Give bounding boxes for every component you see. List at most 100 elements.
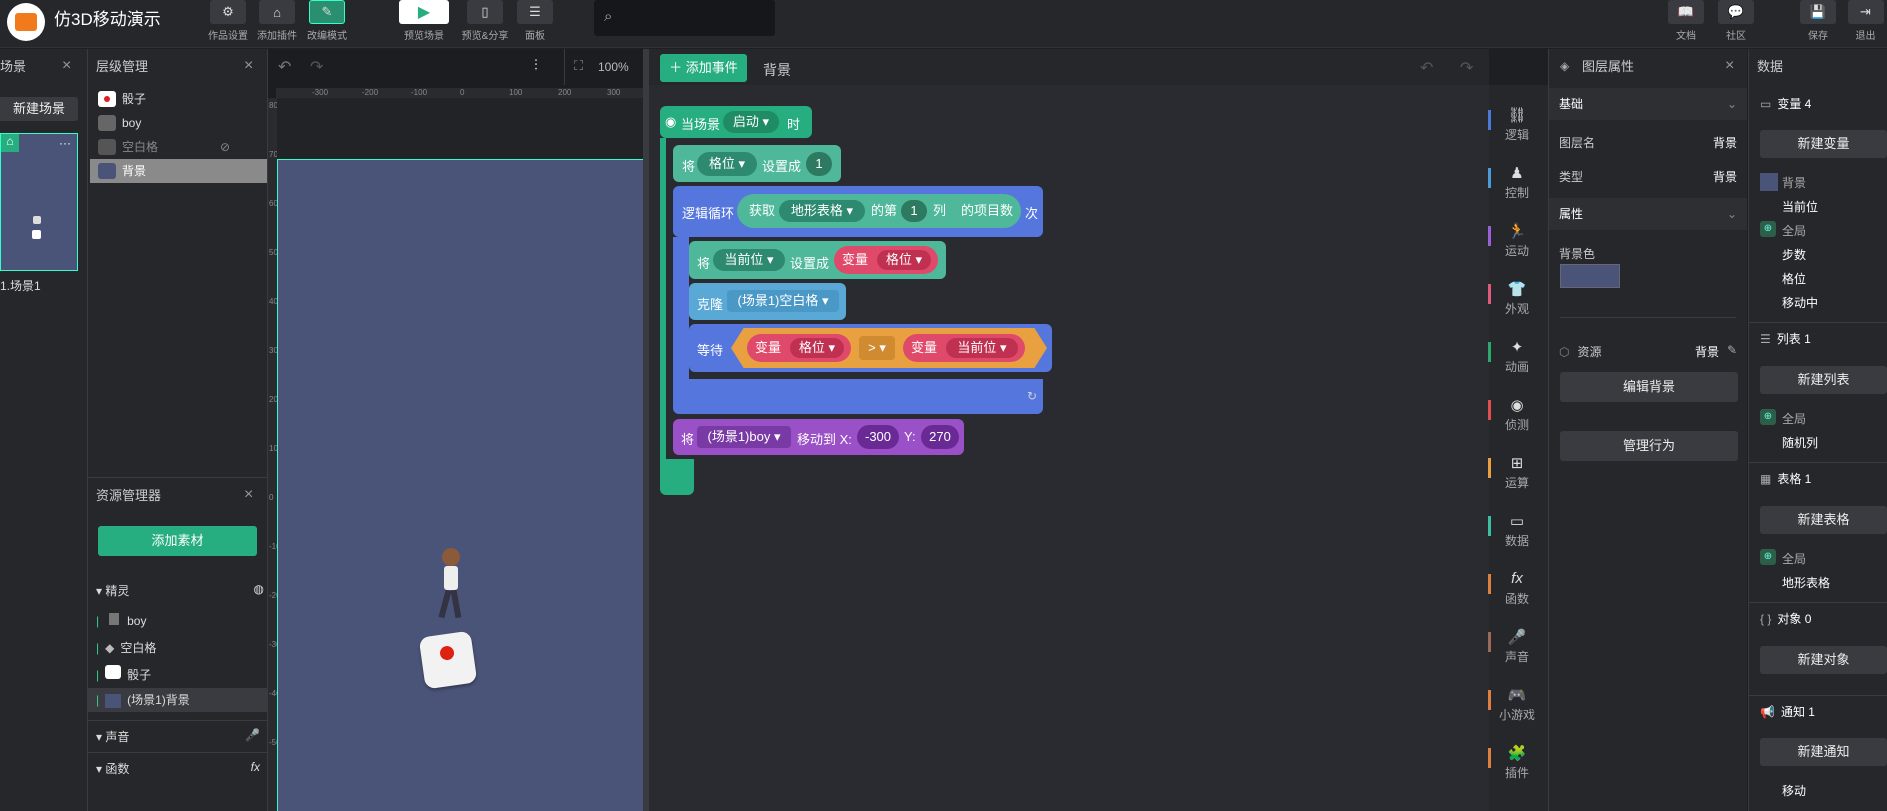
- var-steps[interactable]: 步数: [1782, 246, 1806, 263]
- add-plugin-button[interactable]: ⌂ 添加插件: [253, 0, 301, 42]
- sound-group[interactable]: ▾ 声音 🎤: [96, 728, 260, 745]
- adjust-icon[interactable]: ⫶: [534, 57, 538, 74]
- new-list-button[interactable]: 新建列表: [1760, 366, 1887, 394]
- current-dropdown[interactable]: 当前位 ▾: [946, 338, 1018, 358]
- get-table-expression[interactable]: 获取 地形表格 ▾ 的第 1 列 的项目数: [737, 194, 1021, 228]
- new-object-button[interactable]: 新建对象: [1760, 646, 1887, 674]
- layer-item-background[interactable]: 背景: [90, 159, 267, 183]
- table-terrain[interactable]: 地形表格: [1782, 574, 1830, 591]
- layer-item-dice[interactable]: 骰子: [90, 87, 267, 111]
- manage-behavior-button[interactable]: 管理行为: [1560, 431, 1738, 461]
- remix-mode-button[interactable]: ✎ 改编模式: [303, 0, 351, 42]
- new-notify-button[interactable]: 新建通知: [1760, 738, 1887, 766]
- category-sensing[interactable]: ◉ 侦测: [1488, 396, 1545, 433]
- asset-item-background[interactable]: | (场景1)背景: [88, 688, 267, 712]
- var-current[interactable]: 当前位: [1782, 198, 1818, 215]
- y-input[interactable]: 270: [921, 425, 959, 449]
- x-input[interactable]: -300: [857, 425, 899, 449]
- search-input[interactable]: ⌕: [594, 0, 775, 36]
- set-current-block[interactable]: 将 当前位 ▾ 设置成 变量 格位 ▾: [689, 241, 946, 279]
- loop-block[interactable]: 逻辑循环 获取 地形表格 ▾ 的第 1 列 的项目数 次: [673, 186, 1043, 237]
- gewei-dropdown[interactable]: 格位 ▾: [790, 338, 844, 358]
- clone-target-dropdown[interactable]: (场景1)空白格 ▾: [727, 290, 839, 312]
- fit-icon[interactable]: ⛶: [574, 58, 583, 74]
- undo-icon[interactable]: ↶: [278, 57, 291, 77]
- move-to-block[interactable]: 将 (场景1)boy ▾ 移动到 X: -300 Y: 270: [673, 419, 964, 455]
- boy-sprite[interactable]: [436, 548, 466, 623]
- add-asset-button[interactable]: 添加素材: [98, 526, 257, 556]
- variable-reporter[interactable]: 变量 格位 ▾: [747, 334, 851, 362]
- close-icon[interactable]: ×: [244, 57, 253, 75]
- tables-section[interactable]: ▦ 表格 1: [1760, 463, 1887, 495]
- docs-button[interactable]: 📖 文档: [1662, 0, 1710, 42]
- objects-section[interactable]: { } 对象 0: [1760, 603, 1887, 635]
- dice-sprite[interactable]: [418, 630, 478, 690]
- save-button[interactable]: 💾 保存: [1794, 0, 1842, 42]
- preview-scene-button[interactable]: ▶ 预览场景: [395, 0, 453, 42]
- category-motion[interactable]: 🏃 运动: [1488, 222, 1545, 259]
- stage-canvas[interactable]: [277, 159, 643, 811]
- undo-icon[interactable]: ↶: [1420, 58, 1433, 78]
- table-dropdown[interactable]: 地形表格 ▾: [779, 200, 865, 222]
- asset-item-dice[interactable]: | 骰子: [96, 665, 151, 683]
- category-looks[interactable]: 👕 外观: [1488, 280, 1545, 317]
- clone-block[interactable]: 克隆 (场景1)空白格 ▾: [689, 283, 846, 320]
- when-scene-start-block[interactable]: ◉ 当场景 启动 ▾ 时: [660, 106, 812, 138]
- panel-button[interactable]: ☰ 面板: [511, 0, 559, 42]
- operator-dropdown[interactable]: > ▾: [859, 336, 895, 360]
- lists-section[interactable]: ☰ 列表 1: [1760, 323, 1887, 355]
- close-icon[interactable]: ×: [62, 57, 71, 75]
- category-animation[interactable]: ✦ 动画: [1488, 338, 1545, 375]
- variable-reporter[interactable]: 变量 格位 ▾: [834, 246, 938, 274]
- zoom-level[interactable]: 100%: [598, 60, 629, 74]
- bg-color-swatch[interactable]: [1560, 264, 1620, 288]
- category-functions[interactable]: fx 函数: [1488, 570, 1545, 607]
- edit-pencil-icon[interactable]: ✎: [1727, 343, 1737, 357]
- category-logic[interactable]: ⛓ 逻辑: [1488, 106, 1545, 143]
- notify-move[interactable]: 移动: [1782, 782, 1806, 799]
- var-gewei[interactable]: 格位: [1782, 270, 1806, 287]
- variable-reporter[interactable]: 变量 当前位 ▾: [903, 334, 1025, 362]
- start-dropdown[interactable]: 启动 ▾: [723, 111, 779, 133]
- redo-icon[interactable]: ↷: [1460, 58, 1473, 78]
- value-input[interactable]: 1: [806, 152, 832, 176]
- list-random[interactable]: 随机列: [1782, 434, 1818, 451]
- add-event-button[interactable]: ＋ 添加事件: [660, 54, 747, 82]
- attribute-section[interactable]: 属性 ⌄: [1549, 198, 1747, 230]
- category-data[interactable]: ▭ 数据: [1488, 512, 1545, 549]
- category-sound[interactable]: 🎤 声音: [1488, 628, 1545, 665]
- hidden-eye-icon[interactable]: ⊘: [220, 135, 230, 159]
- current-dropdown[interactable]: 当前位 ▾: [713, 249, 785, 271]
- category-operators[interactable]: ⊞ 运算: [1488, 454, 1545, 491]
- palette-icon[interactable]: ◍: [254, 582, 264, 596]
- variables-section[interactable]: ▭ 变量 4: [1760, 88, 1887, 120]
- sprite-group[interactable]: ▾ 精灵 ◍: [96, 582, 264, 599]
- sprite-dropdown[interactable]: (场景1)boy ▾: [697, 426, 791, 448]
- notify-section[interactable]: 📢 通知 1: [1760, 696, 1887, 728]
- variable-dropdown[interactable]: 格位 ▾: [697, 152, 757, 176]
- more-icon[interactable]: ···: [59, 136, 71, 150]
- set-variable-block[interactable]: 将 格位 ▾ 设置成 1: [673, 145, 841, 182]
- redo-icon[interactable]: ↷: [310, 57, 323, 77]
- wait-block[interactable]: 等待 变量 格位 ▾ > ▾ 变量 当前位 ▾: [689, 324, 1052, 372]
- layer-item-boy[interactable]: boy: [90, 111, 267, 135]
- fx-icon[interactable]: fx: [251, 760, 260, 774]
- close-icon[interactable]: ×: [1725, 57, 1734, 75]
- asset-item-boy[interactable]: | boy: [96, 613, 146, 628]
- work-settings-button[interactable]: ⚙ 作品设置: [204, 0, 252, 42]
- gewei-dropdown[interactable]: 格位 ▾: [877, 250, 931, 270]
- new-scene-button[interactable]: 新建场景: [0, 97, 78, 121]
- exit-button[interactable]: ⇥ 退出: [1844, 0, 1887, 42]
- mic-icon[interactable]: 🎤: [245, 728, 260, 742]
- category-minigame[interactable]: 🎮 小游戏: [1488, 686, 1545, 723]
- close-icon[interactable]: ×: [244, 486, 253, 504]
- preview-share-button[interactable]: ▯ 预览&分享: [461, 0, 509, 42]
- layer-item-blank[interactable]: 空白格 ⊘: [90, 135, 267, 159]
- scene-thumbnail[interactable]: ⌂ ···: [0, 133, 78, 271]
- new-table-button[interactable]: 新建表格: [1760, 506, 1887, 534]
- basic-section[interactable]: 基础 ⌄: [1549, 88, 1747, 120]
- column-input[interactable]: 1: [901, 200, 927, 222]
- function-group[interactable]: ▾ 函数 fx: [96, 760, 260, 777]
- asset-item-blank[interactable]: | ◆ 空白格: [96, 639, 156, 656]
- community-button[interactable]: 💬 社区: [1712, 0, 1760, 42]
